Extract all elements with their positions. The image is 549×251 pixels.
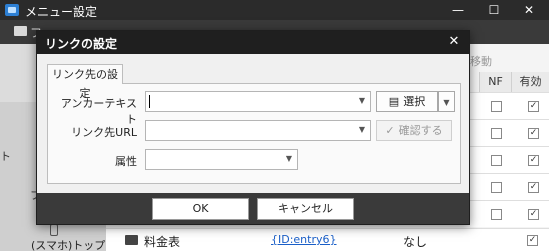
enabled-checkbox[interactable]: ✓: [528, 101, 539, 112]
left-panel-item-sp-top[interactable]: (スマホ)トップ: [31, 237, 105, 251]
document-icon: ▤: [388, 95, 400, 108]
tab-link-target[interactable]: リンク先の設定: [47, 64, 123, 100]
select-button[interactable]: ▤ 選択: [376, 91, 438, 112]
window-title: メニュー設定: [25, 5, 98, 19]
nf-checkbox[interactable]: [491, 209, 502, 220]
attribute-label: 属性: [115, 155, 137, 168]
table-row: ✓: [470, 119, 549, 146]
move-label: 移動: [470, 55, 492, 68]
select-menu-button[interactable]: ▼: [438, 91, 455, 112]
dialog-footer: OK キャンセル: [37, 193, 469, 224]
enabled-checkbox[interactable]: ✓: [527, 235, 538, 246]
folder-icon: [125, 235, 138, 245]
enabled-checkbox[interactable]: ✓: [528, 209, 539, 220]
link-settings-dialog: リンクの設定 ✕ リンク先の設定 アンカーテキスト ▼ ▤ 選択 ▼ リンク先UR…: [36, 30, 470, 225]
nf-checkbox[interactable]: [491, 101, 502, 112]
dropdown-arrow-icon: ▼: [443, 98, 450, 107]
nf-checkbox[interactable]: [491, 128, 502, 139]
attribute-select[interactable]: ▼: [145, 149, 298, 170]
maximize-button[interactable]: ☐: [474, 0, 514, 20]
cancel-button[interactable]: キャンセル: [257, 198, 354, 220]
app-icon: [5, 4, 19, 16]
dialog-title: リンクの設定: [45, 37, 118, 51]
column-header-enabled: 有効: [511, 72, 549, 92]
nf-checkbox[interactable]: [491, 182, 502, 193]
dropdown-arrow-icon[interactable]: ▼: [286, 154, 292, 163]
smartphone-icon: [50, 224, 58, 236]
window-titlebar: メニュー設定 — ☐ ✕: [0, 0, 549, 20]
confirm-button[interactable]: ✓ 確認する: [376, 120, 452, 141]
enabled-checkbox[interactable]: ✓: [528, 128, 539, 139]
table-row-pricing[interactable]: 料金表 {ID:entry6} なし ✓: [106, 228, 549, 251]
check-icon: ✓: [385, 124, 395, 137]
table-row: ✓: [470, 200, 549, 227]
nf-checkbox[interactable]: [491, 155, 502, 166]
table-row: ✓: [470, 146, 549, 173]
ok-button[interactable]: OK: [152, 198, 249, 220]
link-url-label: リンク先URL: [71, 126, 137, 139]
table-row: ✓: [470, 173, 549, 200]
select-button-label: 選択: [403, 95, 426, 108]
enabled-checkbox[interactable]: ✓: [528, 182, 539, 193]
dropdown-arrow-icon[interactable]: ▼: [359, 125, 365, 134]
dialog-close-button[interactable]: ✕: [445, 33, 463, 51]
dialog-titlebar: リンクの設定 ✕: [37, 31, 469, 54]
row-link[interactable]: {ID:entry6}: [271, 233, 337, 246]
column-header-nf: NF: [479, 72, 511, 92]
enabled-checkbox[interactable]: ✓: [528, 155, 539, 166]
row-value: なし: [403, 235, 428, 249]
folder-icon: [14, 26, 27, 36]
row-name: 料金表: [144, 235, 181, 249]
table-row: ✓: [470, 92, 549, 119]
window-close-button[interactable]: ✕: [509, 0, 549, 20]
confirm-button-label: 確認する: [398, 124, 443, 137]
text-caret: [149, 95, 150, 108]
left-panel-fragment: ト: [0, 150, 11, 163]
dropdown-arrow-icon[interactable]: ▼: [359, 96, 365, 105]
minimize-button[interactable]: —: [438, 0, 478, 20]
anchor-text-label: アンカーテキスト: [60, 97, 137, 126]
link-url-combobox[interactable]: ▼: [145, 120, 371, 141]
anchor-text-combobox[interactable]: ▼: [145, 91, 371, 112]
